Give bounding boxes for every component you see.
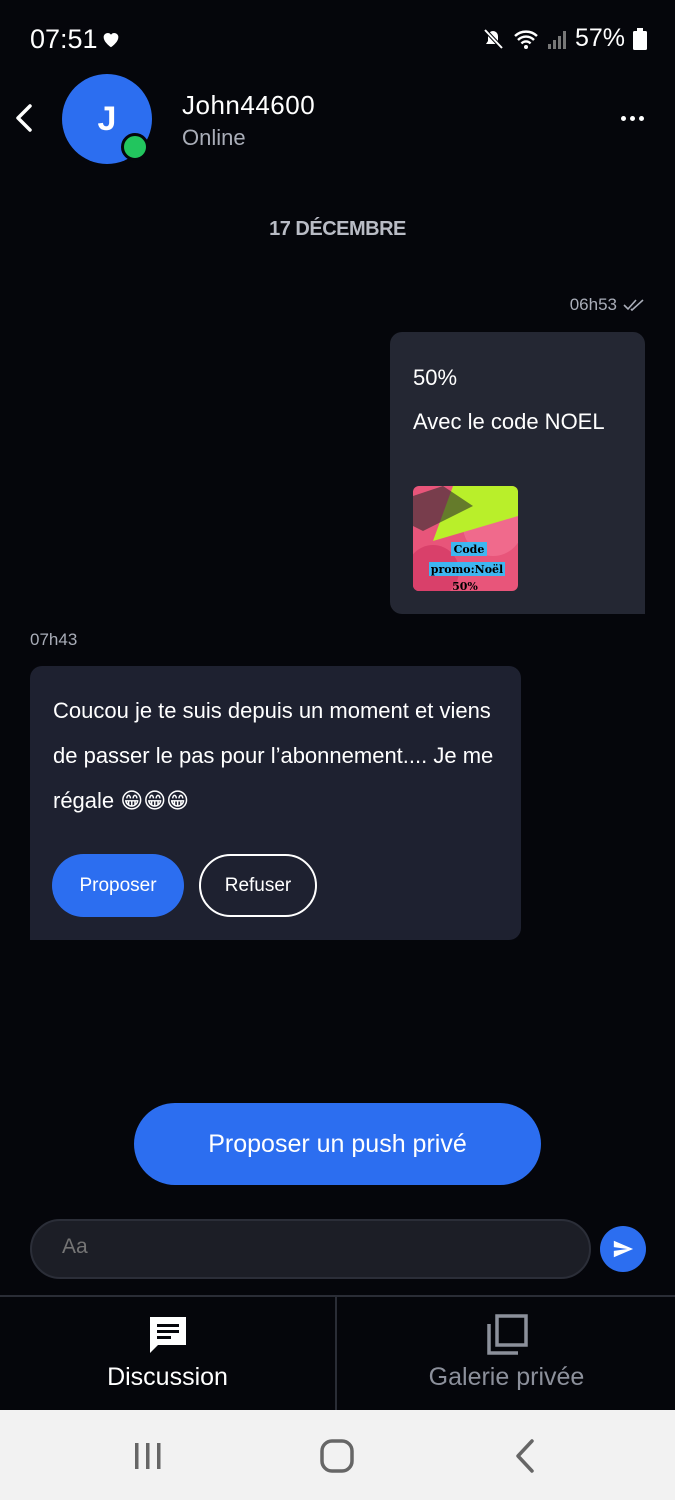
recent-apps-icon[interactable] bbox=[126, 1434, 170, 1478]
received-message-bubble[interactable]: Coucou je te suis depuis un moment et vi… bbox=[30, 666, 521, 940]
back-arrow-icon[interactable] bbox=[10, 100, 40, 136]
promo-image-text: promo:Noël bbox=[431, 563, 503, 576]
refuse-button[interactable]: Refuser bbox=[199, 854, 317, 917]
chat-header: J John44600 Online bbox=[0, 70, 675, 170]
bottom-tab-bar: Discussion Galerie privée bbox=[0, 1295, 675, 1412]
system-back-icon[interactable] bbox=[504, 1434, 548, 1478]
online-status-dot bbox=[121, 133, 149, 161]
status-icons: 57% bbox=[481, 24, 647, 53]
sent-message-line: 50% bbox=[413, 365, 458, 390]
battery-icon bbox=[633, 27, 647, 50]
heart-icon bbox=[103, 33, 119, 48]
sent-message-bubble[interactable]: 50% Avec le code NOEL Code promo:Noël 50… bbox=[390, 332, 645, 614]
date-separator: 17 DÉCEMBRE bbox=[269, 218, 406, 240]
propose-button[interactable]: Proposer bbox=[52, 854, 184, 917]
wifi-icon bbox=[514, 29, 538, 49]
sent-message-line: Avec le code NOEL bbox=[413, 409, 605, 434]
tab-private-gallery[interactable]: Galerie privée bbox=[338, 1297, 675, 1412]
tab-label: Galerie privée bbox=[428, 1363, 585, 1391]
system-navigation-bar bbox=[0, 1410, 675, 1500]
promo-image-text: Code bbox=[454, 543, 485, 556]
presence-status: Online bbox=[182, 125, 246, 150]
promo-image-thumbnail[interactable]: Code promo:Noël 50% bbox=[413, 486, 518, 591]
received-timestamp: 07h43 bbox=[30, 630, 78, 649]
home-icon[interactable] bbox=[315, 1434, 359, 1478]
more-options-icon[interactable] bbox=[621, 108, 651, 128]
double-check-icon bbox=[623, 299, 644, 312]
tab-discussion[interactable]: Discussion bbox=[0, 1297, 337, 1412]
propose-private-push-button[interactable]: Proposer un push privé bbox=[134, 1103, 541, 1185]
chat-icon bbox=[149, 1317, 186, 1353]
signal-icon bbox=[547, 30, 566, 49]
sent-timestamp: 06h53 bbox=[569, 295, 617, 314]
avatar-letter: J bbox=[97, 99, 117, 138]
mute-icon bbox=[483, 28, 504, 49]
received-message-text: Coucou je te suis depuis un moment et vi… bbox=[53, 698, 494, 813]
battery-percent: 57% bbox=[574, 24, 625, 52]
contact-name[interactable]: John44600 bbox=[182, 90, 315, 121]
gallery-icon bbox=[486, 1314, 528, 1355]
message-composer[interactable] bbox=[30, 1219, 591, 1279]
message-input[interactable] bbox=[62, 1235, 562, 1259]
send-icon bbox=[613, 1240, 634, 1258]
tab-label: Discussion bbox=[107, 1363, 228, 1391]
status-time: 07:51 bbox=[30, 24, 98, 54]
sent-message-meta: 06h53 bbox=[570, 295, 645, 315]
send-button[interactable] bbox=[600, 1226, 646, 1272]
promo-image-text: 50% bbox=[452, 580, 478, 591]
status-bar: 07:51 57% bbox=[0, 0, 675, 80]
